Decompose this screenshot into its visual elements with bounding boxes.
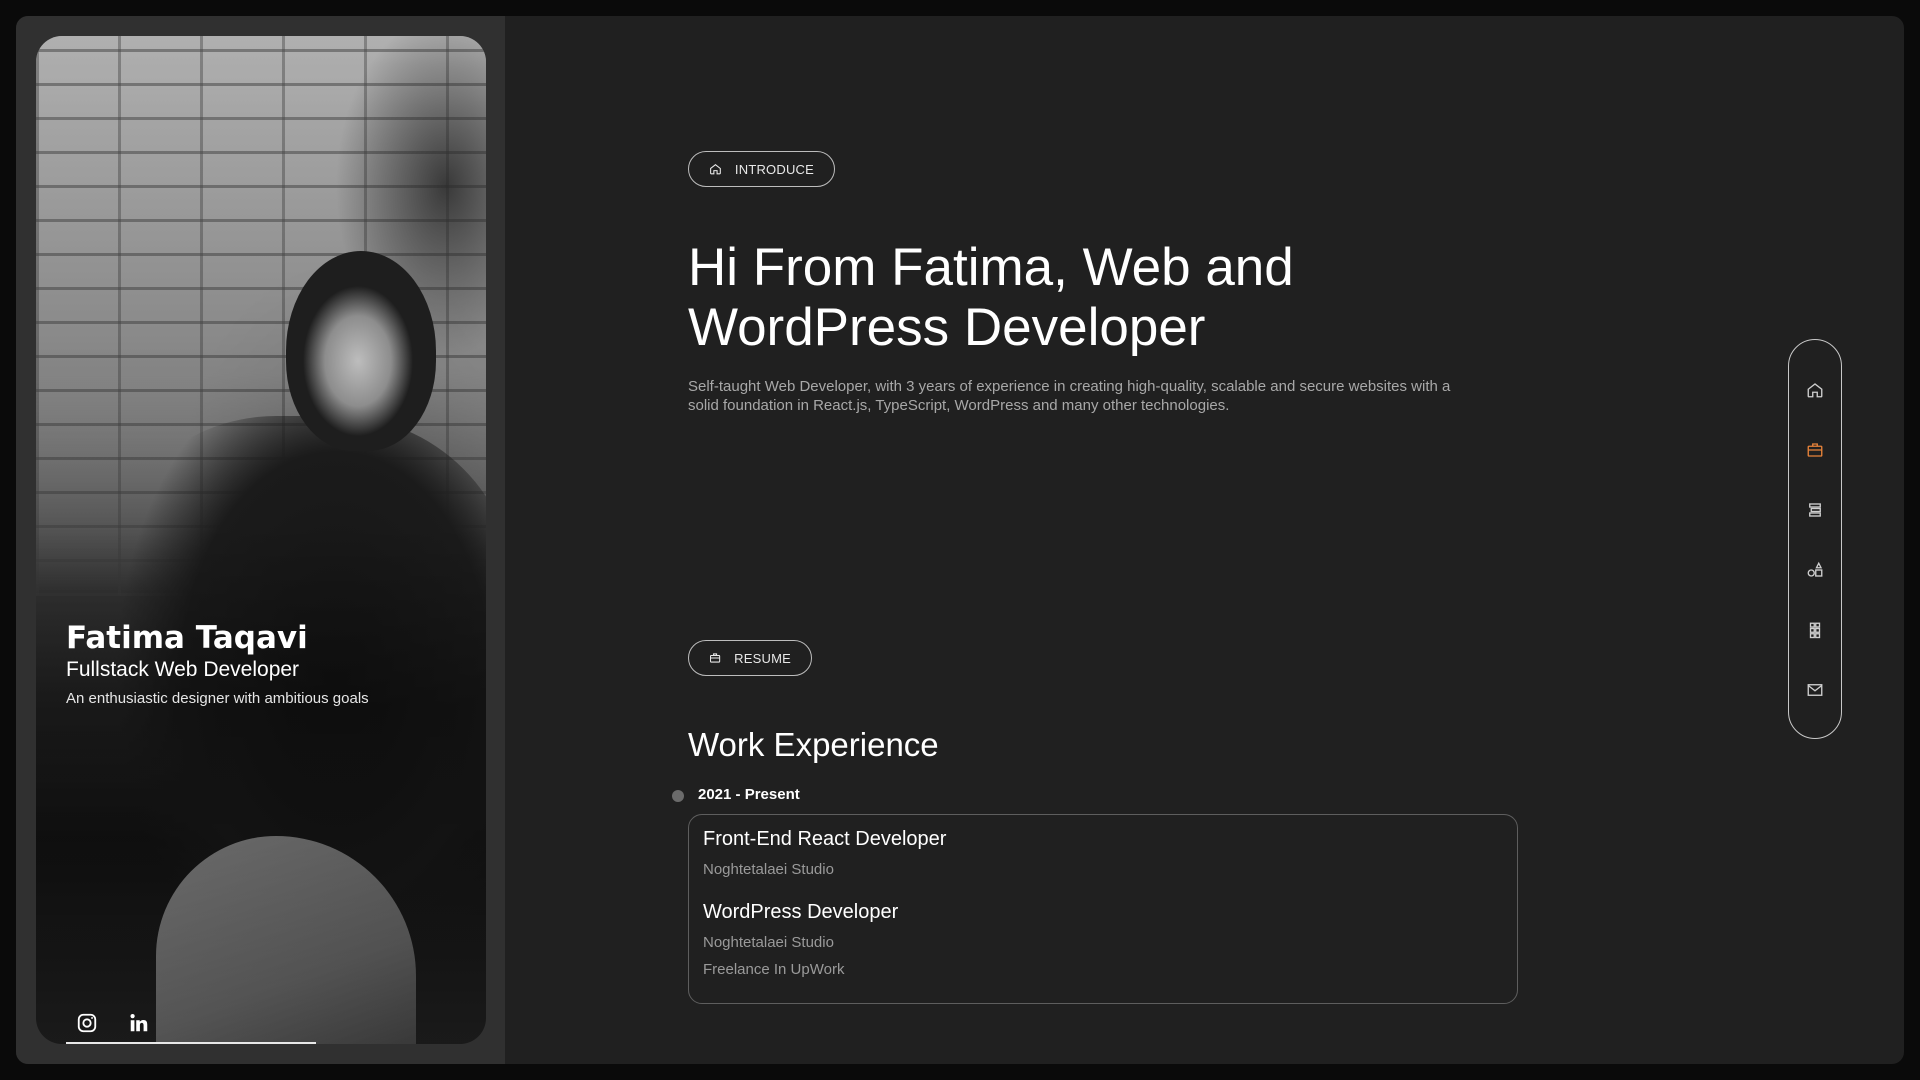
linkedin-icon[interactable] <box>128 1012 150 1034</box>
introduce-badge: INTRODUCE <box>688 151 835 187</box>
hero-title: Hi From Fatima, Web and WordPress Develo… <box>688 238 1388 358</box>
profile-photo-shade <box>36 524 486 1044</box>
resume-badge: RESUME <box>688 640 812 676</box>
profile-role: Fullstack Web Developer <box>66 658 300 681</box>
mail-icon <box>1807 684 1823 696</box>
hero-description-line1: Self-taught Web Developer, with 3 years … <box>688 378 1451 395</box>
hero-title-line2: WordPress Developer <box>688 298 1206 357</box>
job-title: WordPress Developer <box>703 901 899 923</box>
profile-card: Fatima Taqavi Fullstack Web Developer An… <box>36 36 486 1044</box>
list-icon <box>1809 503 1821 517</box>
timeline-dot <box>672 790 684 802</box>
briefcase-icon <box>1807 443 1823 457</box>
nav-shapes-icon[interactable] <box>1805 560 1825 580</box>
hero-description-line2: solid foundation in React.js, TypeScript… <box>688 397 1230 414</box>
experience-card: Front-End React Developer Noghtetalaei S… <box>688 814 1518 1004</box>
home-icon <box>1807 383 1823 398</box>
nav-list-icon[interactable] <box>1805 500 1825 520</box>
job-extra: Freelance In UpWork <box>703 961 845 978</box>
home-icon <box>710 164 721 175</box>
shapes-icon <box>1807 561 1823 577</box>
introduce-badge-label: INTRODUCE <box>734 161 814 177</box>
profile-photo-face <box>286 251 436 451</box>
hero-title-line1: Hi From Fatima, Web and <box>688 238 1294 297</box>
hero-description: Self-taught Web Developer, with 3 years … <box>688 377 1528 415</box>
side-nav-rail <box>1788 339 1842 739</box>
nav-home-icon[interactable] <box>1805 380 1825 400</box>
nav-briefcase-icon[interactable] <box>1805 440 1825 460</box>
work-experience-title: Work Experience <box>688 726 939 763</box>
left-panel: Fatima Taqavi Fullstack Web Developer An… <box>16 16 505 1064</box>
profile-name: Fatima Taqavi <box>66 620 308 656</box>
job-title: Front-End React Developer <box>703 828 947 850</box>
resume-badge-label: RESUME <box>734 650 791 666</box>
timeline-period: 2021 - Present <box>698 786 800 803</box>
profile-tagline: An enthusiastic designer with ambitious … <box>66 690 369 707</box>
app-frame: Fatima Taqavi Fullstack Web Developer An… <box>16 16 1904 1064</box>
grid-icon <box>1809 622 1821 639</box>
social-links <box>66 1012 316 1044</box>
briefcase-icon <box>710 653 721 663</box>
nav-mail-icon[interactable] <box>1805 680 1825 700</box>
instagram-icon[interactable] <box>76 1012 98 1034</box>
nav-grid-icon[interactable] <box>1805 620 1825 640</box>
job-company: Noghtetalaei Studio <box>703 934 834 951</box>
job-company: Noghtetalaei Studio <box>703 861 834 878</box>
